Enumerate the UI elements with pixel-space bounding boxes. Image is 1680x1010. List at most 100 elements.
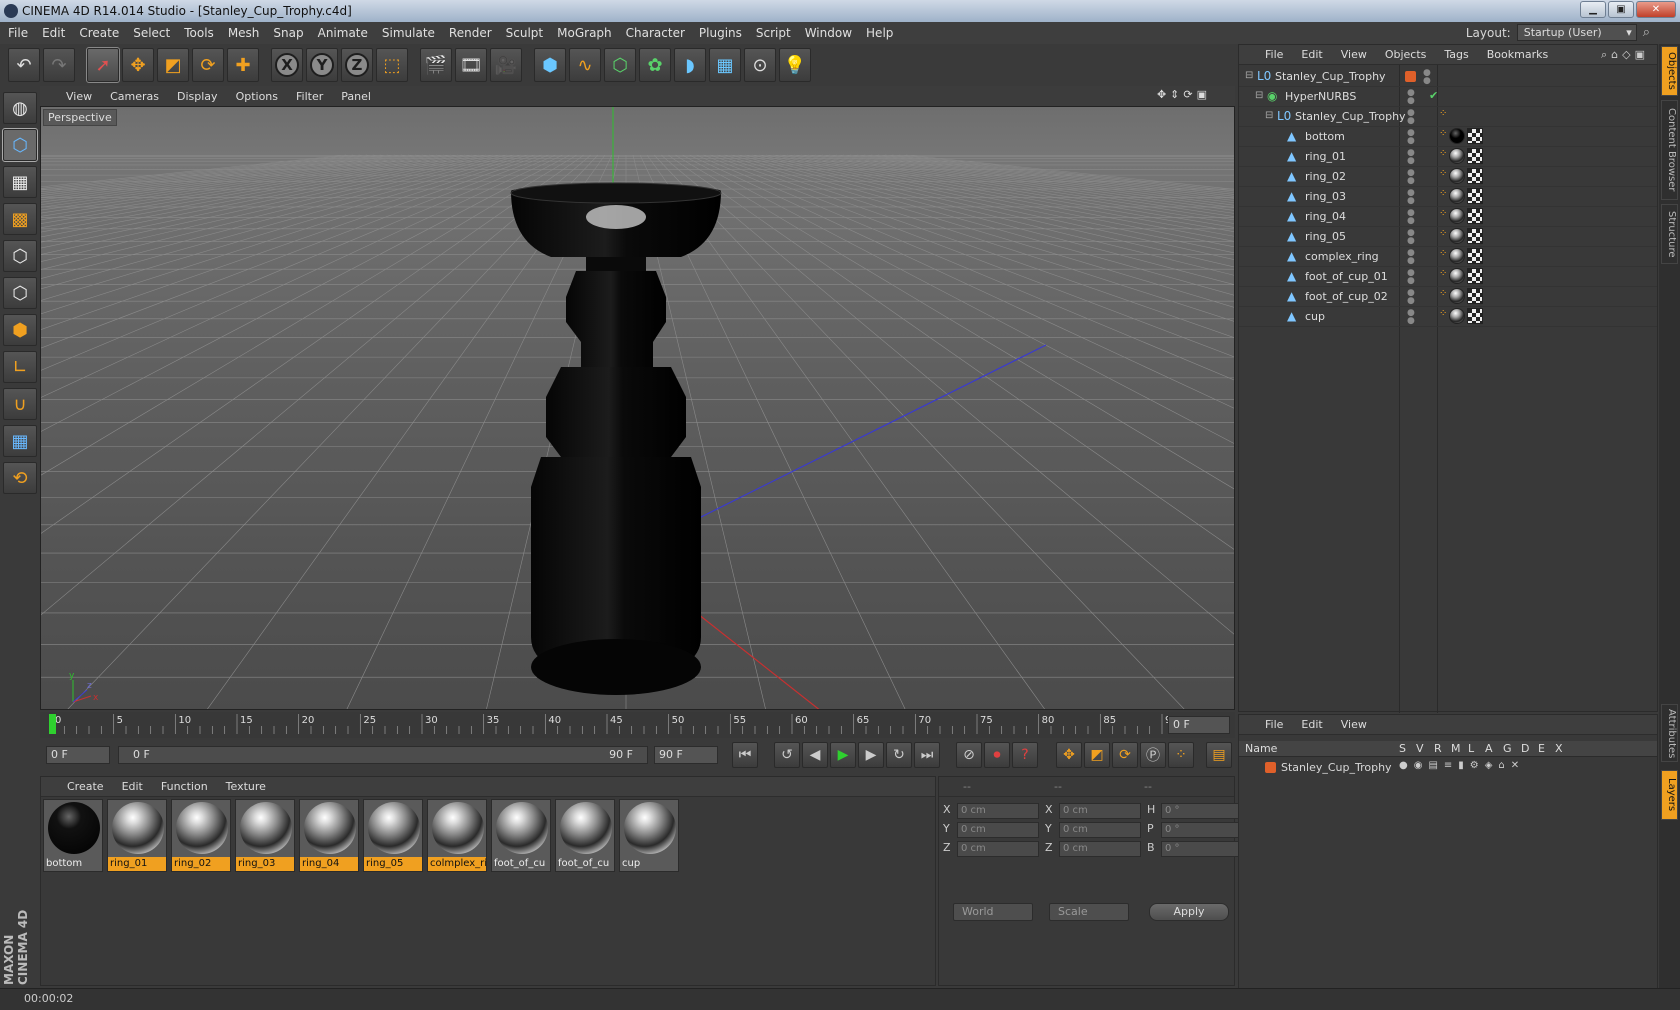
viewport-menu-filter[interactable]: Filter [296,90,323,103]
visibility-dots-icon[interactable]: ● ● [1407,109,1415,126]
phong-tag-icon[interactable]: ⁘ [1439,248,1447,264]
phong-tag-icon[interactable]: ⁘ [1439,308,1447,324]
coordinate-field[interactable]: 0 ° [1161,822,1243,838]
menu-script[interactable]: Script [756,26,791,40]
y-axis-button[interactable]: Y [306,48,338,82]
axis-mode-button[interactable]: ∟ [3,351,37,383]
layer-column-v[interactable]: V [1416,742,1424,755]
scale-dropdown[interactable]: Scale [1049,903,1129,921]
object-row[interactable]: ▲ ring_05 ● ● ⁘ [1239,227,1657,247]
visibility-dots-icon[interactable]: ● ● [1407,289,1415,306]
material-swatch[interactable]: ring_04 [299,799,359,872]
material-tag-icon[interactable] [1449,168,1466,184]
coordinate-field[interactable]: 0 cm [1059,841,1141,857]
side-tab-structure[interactable]: Structure [1661,204,1678,264]
phong-tag-icon[interactable]: ⁘ [1439,128,1447,144]
viewport-menu-panel[interactable]: Panel [341,90,371,103]
phong-tag-icon[interactable]: ⁘ [1439,208,1447,224]
object-row[interactable]: ▲ foot_of_cup_01 ● ● ⁘ [1239,267,1657,287]
material-swatch[interactable]: cup [619,799,679,872]
object-row[interactable]: ▲ ring_03 ● ● ⁘ [1239,187,1657,207]
menu-plugins[interactable]: Plugins [699,26,742,40]
perspective-viewport[interactable]: y x z Perspective [40,106,1235,710]
menu-snap[interactable]: Snap [273,26,303,40]
add-spline-button[interactable]: ∿ [569,48,601,82]
add-nurbs-button[interactable]: ⬡ [604,48,636,82]
viewport-menu-cameras[interactable]: Cameras [110,90,159,103]
phong-tag-icon[interactable]: ⁘ [1439,108,1447,119]
expand-toggle-icon[interactable]: ⊟ [1245,70,1253,81]
redo-button[interactable]: ↷ [43,48,75,82]
side-tab-attributes[interactable]: Attributes [1661,704,1678,762]
material-swatch[interactable]: foot_of_cu [555,799,615,872]
world-dropdown[interactable]: World [953,903,1033,921]
timeline-ruler[interactable]: 051015202530354045505560657075808590 0 F [40,712,1235,738]
render-picture-viewer-button[interactable]: 🎞 [455,48,487,82]
object-row[interactable]: ▲ ring_01 ● ● ⁘ [1239,147,1657,167]
viewport-menu-options[interactable]: Options [236,90,278,103]
key-scale-button[interactable]: ◩ [1084,742,1110,768]
layer-column-d[interactable]: D [1521,742,1529,755]
move-tool-button[interactable]: ✥ [122,48,154,82]
next-key-button[interactable]: ↻ [886,742,912,768]
add-cube-button[interactable]: ⬢ [534,48,566,82]
playhead[interactable] [49,714,56,734]
frame-range-slider[interactable]: 0 F 90 F [118,746,648,764]
menu-simulate[interactable]: Simulate [382,26,435,40]
material-menu-create[interactable]: Create [67,780,104,793]
object-menu-tags[interactable]: Tags [1444,48,1468,61]
uvw-tag-icon[interactable] [1467,188,1484,204]
menu-tools[interactable]: Tools [184,26,214,40]
uvw-tag-icon[interactable] [1467,248,1484,264]
layer-column-s[interactable]: S [1399,742,1406,755]
go-to-end-button[interactable]: ⏭ [914,742,940,768]
previous-frame-button[interactable]: ◀ [802,742,828,768]
close-button[interactable]: ✕ [1636,1,1676,18]
layer-color-icon[interactable] [1405,71,1416,82]
workplane-lock-button[interactable]: ▦ [3,425,37,457]
live-selection-button[interactable]: ➚ [86,47,120,83]
uvw-tag-icon[interactable] [1467,128,1484,144]
object-menu-objects[interactable]: Objects [1385,48,1427,61]
add-camera-button[interactable]: ⊙ [744,48,776,82]
uvw-tag-icon[interactable] [1467,308,1484,324]
end-frame-field[interactable]: 90 F [654,746,718,764]
coordinate-field[interactable]: 0 cm [957,803,1039,819]
layer-color-icon[interactable] [1265,762,1276,773]
object-menu-bookmarks[interactable]: Bookmarks [1487,48,1548,61]
visibility-dots-icon[interactable]: ● ● [1407,309,1415,326]
x-axis-button[interactable]: X [271,48,303,82]
uvw-tag-icon[interactable] [1467,268,1484,284]
material-swatch[interactable]: ring_05 [363,799,423,872]
add-deformer-button[interactable]: ◗ [674,48,706,82]
visibility-dots-icon[interactable]: ● ● [1407,269,1415,286]
autokey-button[interactable]: ⏺ [984,742,1010,768]
go-to-start-button[interactable]: ⏮ [732,742,758,768]
material-tag-icon[interactable] [1449,288,1466,304]
side-tab-content-browser[interactable]: Content Browser [1661,100,1678,200]
material-tag-icon[interactable] [1449,188,1466,204]
uvw-tag-icon[interactable] [1467,288,1484,304]
start-frame-field[interactable]: 0 F [46,746,110,764]
material-menu-texture[interactable]: Texture [226,780,266,793]
coordinate-field[interactable]: 0 cm [1059,822,1141,838]
object-row[interactable]: ▲ complex_ring ● ● ⁘ [1239,247,1657,267]
expand-toggle-icon[interactable]: ⊟ [1265,110,1273,121]
material-swatch[interactable]: bottom [43,799,103,872]
visibility-dots-icon[interactable]: ● ● [1407,209,1415,226]
make-editable-button[interactable]: ◍ [3,92,37,124]
timeline-window-button[interactable]: ▤ [1206,742,1232,768]
layer-row[interactable]: Stanley_Cup_Trophy ●◉▤≡▮⚙◈⌂✕ [1239,759,1657,777]
layer-menu-view[interactable]: View [1341,718,1367,731]
snap-button[interactable]: ∪ [3,388,37,420]
key-position-button[interactable]: ✥ [1056,742,1082,768]
layer-column-e[interactable]: E [1538,742,1545,755]
object-row[interactable]: ⊟ ◉ HyperNURBS ● ● ✔ [1239,87,1657,107]
material-menu-function[interactable]: Function [161,780,208,793]
locked-workplane-button[interactable]: ⟲ [3,462,37,494]
workplane-mode-button[interactable]: ▩ [3,203,37,235]
add-floor-button[interactable]: ▦ [709,48,741,82]
search-icon[interactable]: ⌕ [1643,25,1650,40]
render-settings-button[interactable]: 🎥 [490,48,522,82]
scale-tool-button[interactable]: ◩ [157,48,189,82]
